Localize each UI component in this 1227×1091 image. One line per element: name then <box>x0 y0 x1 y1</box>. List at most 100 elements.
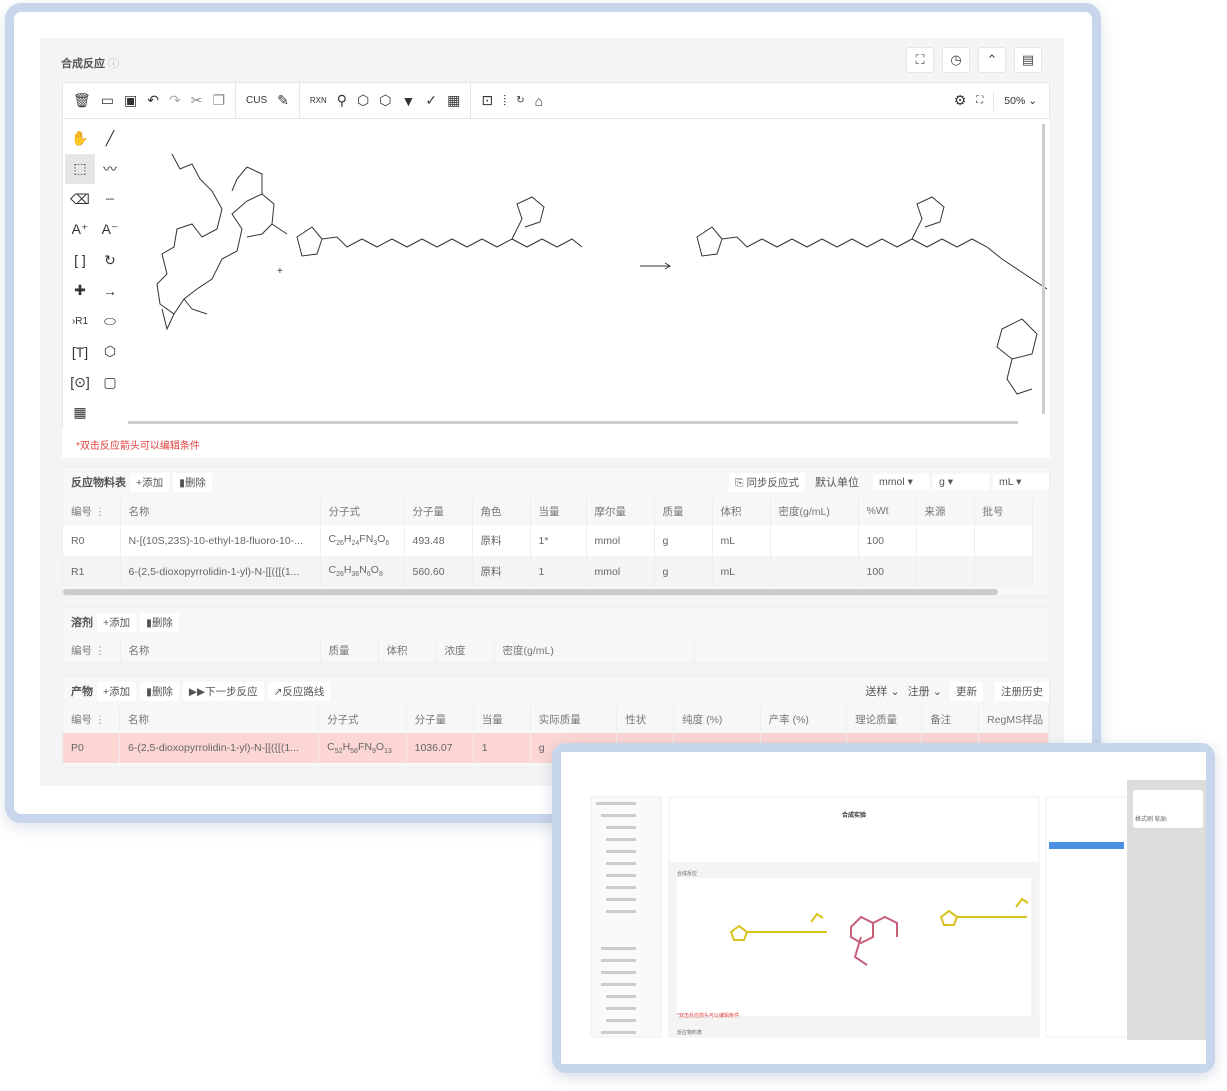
table-cell[interactable]: mmol <box>586 556 655 587</box>
table-cell[interactable]: 100 <box>858 525 917 556</box>
delete-reactant-button[interactable]: ▮删除 <box>173 472 212 492</box>
zoom-select[interactable]: 50% ⌄ <box>1004 95 1049 107</box>
undo-icon[interactable]: ↶ <box>147 92 159 109</box>
table-cell[interactable]: g <box>654 525 713 556</box>
table-cell[interactable]: P0 <box>63 733 120 763</box>
check-style-icon[interactable]: ✎ <box>277 92 289 109</box>
mass-unit-select[interactable]: g ▾ <box>933 474 989 490</box>
vertical-scrollbar[interactable] <box>1042 124 1045 414</box>
check-icon[interactable]: ✓ <box>425 92 437 109</box>
column-menu-icon[interactable]: ⋮ <box>95 506 106 518</box>
plus-icon[interactable]: ✚ <box>65 276 95 307</box>
hand-icon[interactable]: ✋ <box>65 123 95 154</box>
cut-icon[interactable]: ✂ <box>191 92 203 109</box>
dearomatize-icon[interactable]: ⬡ <box>379 92 391 109</box>
table-cell[interactable]: 原料 <box>472 556 531 587</box>
format-painter-label[interactable]: 格式刷 <box>1135 817 1153 823</box>
eraser-icon[interactable]: ⌫ <box>65 184 95 215</box>
expand-icon[interactable]: ⛶ <box>976 95 983 106</box>
delete-solvent-button[interactable]: ▮删除 <box>140 612 179 632</box>
rotate-icon[interactable]: ↻ <box>95 245 125 276</box>
bracket-icon[interactable]: [ ] <box>65 245 95 276</box>
atom-icon[interactable]: [⊙] <box>65 367 95 398</box>
ellipse-icon[interactable]: ⬭ <box>95 306 125 337</box>
table-cell[interactable]: C26H24FN3O6 <box>320 525 405 556</box>
cus-button[interactable]: CUS <box>246 95 267 106</box>
register-history-button[interactable]: 注册历史 <box>995 681 1049 701</box>
delete-product-button[interactable]: ▮删除 <box>140 681 179 701</box>
table-cell[interactable]: 1 <box>473 733 531 763</box>
volume-unit-select[interactable]: mL ▾ <box>993 474 1049 490</box>
charge-minus-icon[interactable]: A⁻ <box>95 215 125 246</box>
table-cell[interactable]: R0 <box>63 525 121 556</box>
table-row[interactable]: R0 N-[(10S,23S)-10-ethyl-18-fluoro-10-...… <box>63 525 1033 556</box>
table-cell[interactable]: 1* <box>530 525 587 556</box>
aromatize-icon[interactable]: ⬡ <box>357 92 369 109</box>
paste-label[interactable]: 粘贴 <box>1155 817 1167 823</box>
rgroup-icon[interactable]: ›R1 <box>65 306 95 337</box>
add-product-button[interactable]: +添加 <box>97 681 137 701</box>
fullscreen-icon[interactable]: ⛶ <box>906 47 934 73</box>
open-icon[interactable]: ▭ <box>101 92 114 109</box>
table-cell[interactable]: 6-(2,5-dioxopyrrolidin-1-yl)-N-[[({[(1..… <box>120 556 321 587</box>
table-cell[interactable]: 6-(2,5-dioxopyrrolidin-1-yl)-N-[[({[(1..… <box>119 733 320 763</box>
update-button[interactable]: 更新 <box>950 681 983 701</box>
text-icon[interactable]: [T] <box>65 337 95 368</box>
table-cell[interactable] <box>770 525 859 556</box>
rxn-bracket-icon[interactable]: ⦙ <box>503 92 506 109</box>
notes-icon[interactable]: ▤ <box>1014 47 1042 73</box>
table-cell[interactable]: N-[(10S,23S)-10-ethyl-18-fluoro-10-... <box>120 525 321 556</box>
table-cell[interactable]: mL <box>712 556 771 587</box>
save-icon[interactable]: ▣ <box>124 92 137 109</box>
table-icon[interactable]: ▦ <box>65 398 95 429</box>
sync-reaction-button[interactable]: ⎘ 同步反应式 <box>729 472 805 492</box>
abbreviation-icon[interactable]: ⌂ <box>535 93 543 109</box>
mole-unit-select[interactable]: mmol ▾ <box>873 474 929 490</box>
search-icon[interactable]: ⚲ <box>337 92 347 109</box>
image-icon[interactable]: ⊡ <box>481 92 493 109</box>
table-cell[interactable]: 493.48 <box>404 525 473 556</box>
redo-icon[interactable]: ↷ <box>169 92 181 109</box>
table-cell[interactable] <box>916 525 975 556</box>
delete-icon[interactable]: 🗑 <box>73 92 91 109</box>
send-sample-dropdown[interactable]: 送样 ⌄ <box>865 683 899 699</box>
chain-icon[interactable]: 〰 <box>95 154 125 185</box>
column-menu-icon[interactable]: ⋮ <box>95 714 106 726</box>
reaction-arrow[interactable] <box>640 262 671 270</box>
structure-canvas[interactable]: + <box>122 119 1050 428</box>
table-cell[interactable]: 1036.07 <box>406 733 474 763</box>
table-cell[interactable]: 560.60 <box>404 556 473 587</box>
table-cell[interactable]: C26H36N6O8 <box>320 556 405 587</box>
reaction-route-button[interactable]: ↗反应路线 <box>267 681 331 701</box>
bond-icon[interactable]: ╱ <box>95 123 125 154</box>
question-circle-icon[interactable]: ⓘ <box>108 58 119 70</box>
next-step-button[interactable]: ▶▶下一步反应 <box>182 681 264 701</box>
table-cell[interactable]: C52H58FN9O13 <box>318 733 407 763</box>
table-cell[interactable]: 1 <box>530 556 587 587</box>
table-row[interactable]: R1 6-(2,5-dioxopyrrolidin-1-yl)-N-[[({[(1… <box>63 556 1033 587</box>
table-cell[interactable]: mL <box>712 525 771 556</box>
copy-icon[interactable]: ❐ <box>212 92 225 109</box>
history-icon[interactable]: ◷ <box>942 47 970 73</box>
arrow-icon[interactable]: → <box>95 276 125 307</box>
calculator-icon[interactable]: ▦ <box>447 92 460 109</box>
stereo-icon[interactable]: ▼ <box>402 93 416 109</box>
table-scrollbar[interactable] <box>63 589 998 595</box>
column-menu-icon[interactable]: ⋮ <box>95 645 106 657</box>
template-icon[interactable]: ⬡ <box>95 337 125 368</box>
table-cell[interactable] <box>974 525 1033 556</box>
charge-plus-icon[interactable]: A⁺ <box>65 215 95 246</box>
table-cell[interactable]: 100 <box>858 556 917 587</box>
table-cell[interactable]: R1 <box>63 556 121 587</box>
register-dropdown[interactable]: 注册 ⌄ <box>908 683 942 699</box>
add-reactant-button[interactable]: +添加 <box>130 472 170 492</box>
collapse-icon[interactable]: ⌃ <box>978 47 1006 73</box>
table-cell[interactable] <box>974 556 1033 587</box>
rxn-icon[interactable]: RXN <box>310 96 327 105</box>
custom-template-icon[interactable]: ▢ <box>95 367 125 398</box>
horizontal-scrollbar[interactable] <box>128 421 1018 424</box>
table-cell[interactable]: 原料 <box>472 525 531 556</box>
3d-icon[interactable]: ↻ <box>516 95 524 106</box>
select-icon[interactable]: ⬚ <box>65 153 95 184</box>
table-cell[interactable] <box>916 556 975 587</box>
